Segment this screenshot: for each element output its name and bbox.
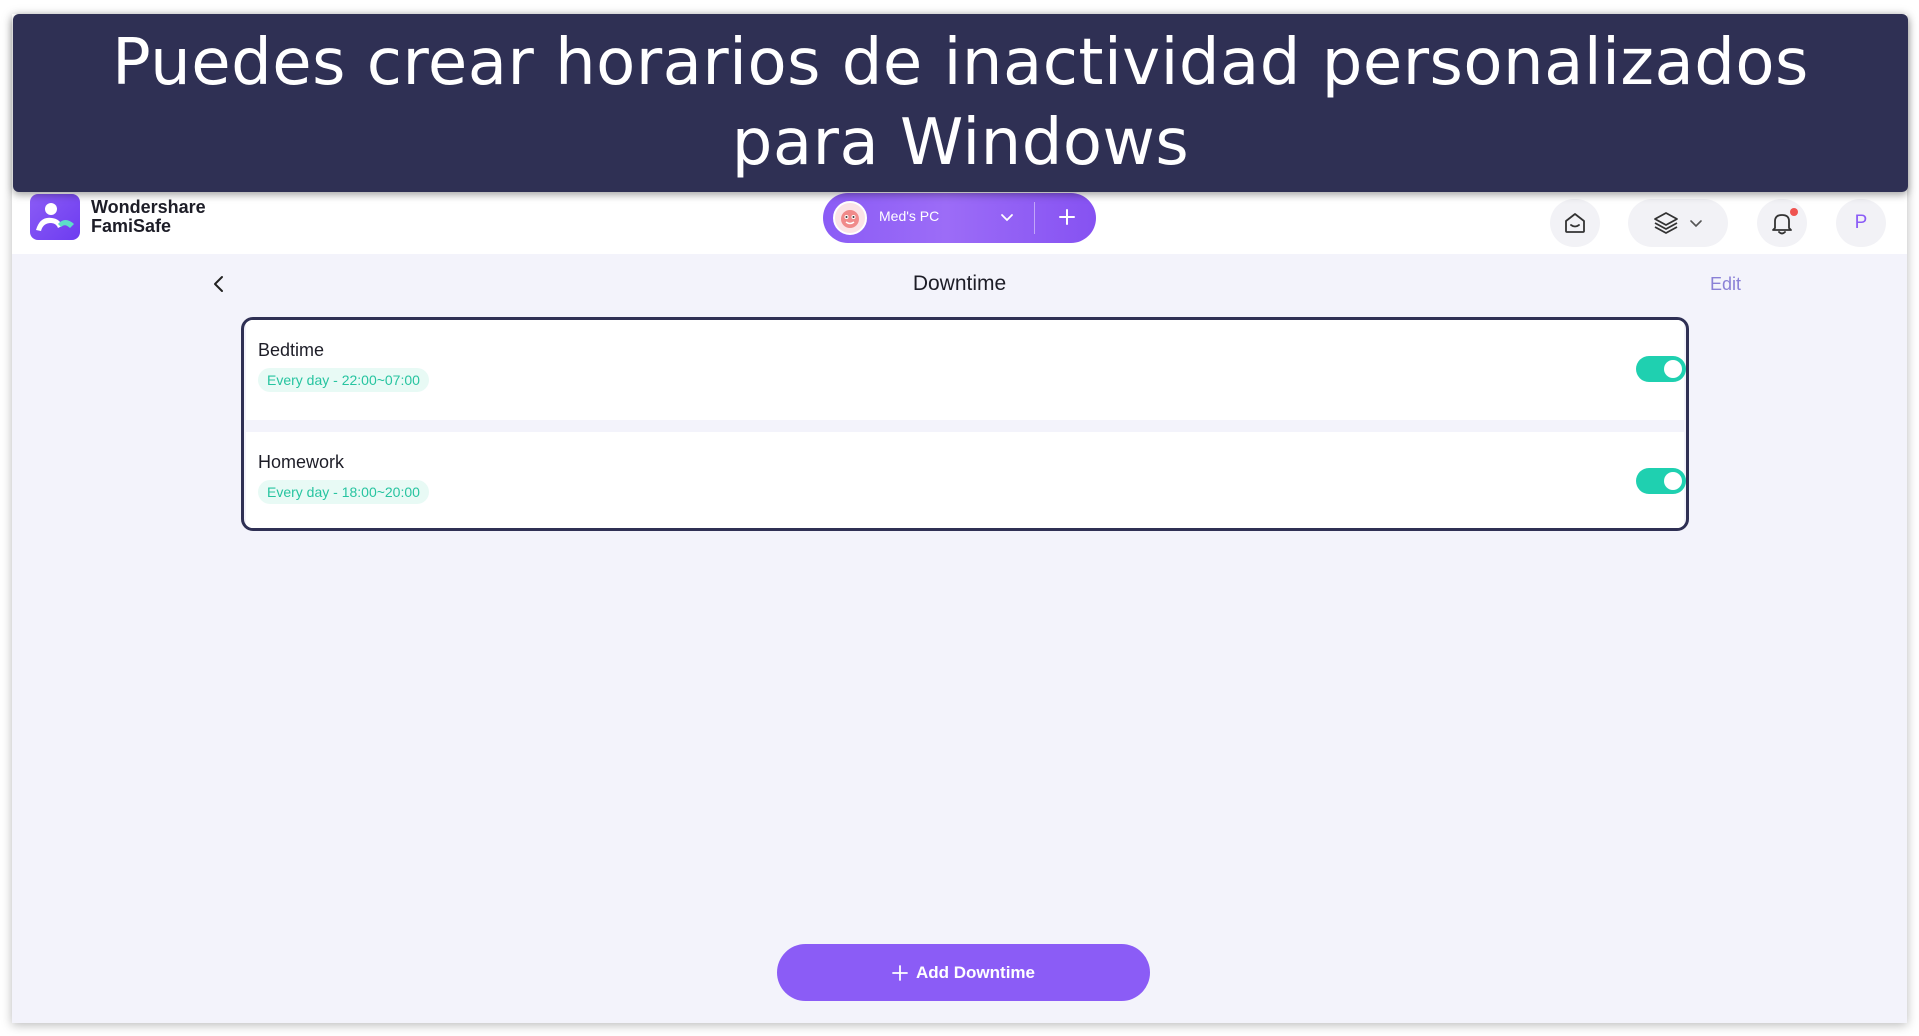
famisafe-logo-icon (30, 194, 80, 240)
device-selector[interactable]: Med's PC (823, 193, 1096, 243)
profile-avatar[interactable]: P (1836, 199, 1886, 247)
notifications-button[interactable] (1757, 199, 1807, 247)
plus-icon (892, 964, 908, 981)
add-device-button[interactable] (1051, 201, 1083, 233)
downtime-schedule: Every day - 18:00~20:00 (258, 480, 429, 504)
device-divider (1034, 202, 1035, 234)
device-avatar-icon (833, 201, 867, 235)
edit-button[interactable]: Edit (1710, 274, 1741, 295)
downtime-name: Bedtime (258, 340, 325, 360)
logo-text: Wondershare FamiSafe (91, 198, 206, 236)
layers-menu-button[interactable] (1628, 199, 1728, 247)
chevron-down-icon (1690, 220, 1702, 228)
chevron-down-icon[interactable] (999, 209, 1015, 230)
add-downtime-button[interactable]: Add Downtime (777, 944, 1150, 1001)
page-title: Downtime (912, 272, 1007, 295)
logo-line-1: Wondershare (91, 197, 206, 217)
plus-icon (1059, 209, 1075, 225)
downtime-item-bedtime[interactable]: Bedtime Every day - 22:00~07:00 (246, 320, 1686, 420)
app-logo[interactable]: Wondershare FamiSafe (30, 194, 206, 240)
layers-icon (1654, 212, 1678, 234)
banner-text: Puedes crear horarios de inactividad per… (61, 23, 1861, 183)
logo-line-2: FamiSafe (91, 216, 172, 236)
downtime-item-homework[interactable]: Homework Every day - 18:00~20:00 (246, 432, 1686, 528)
notification-dot (1790, 208, 1798, 216)
downtime-name: Homework (258, 452, 345, 472)
add-downtime-label: Add Downtime (916, 962, 1035, 982)
banner-line-1: Puedes crear horarios de inactividad per… (112, 26, 1809, 100)
downtime-list: Bedtime Every day - 22:00~07:00 Homework… (241, 317, 1689, 531)
banner-line-2: para Windows (731, 106, 1190, 180)
downtime-toggle[interactable] (1636, 356, 1686, 382)
caption-banner: Puedes crear horarios de inactividad per… (13, 14, 1908, 192)
home-button[interactable] (1550, 199, 1600, 247)
device-name: Med's PC (879, 208, 940, 224)
home-icon (1565, 213, 1585, 233)
downtime-schedule: Every day - 22:00~07:00 (258, 368, 429, 392)
downtime-toggle[interactable] (1636, 468, 1686, 494)
